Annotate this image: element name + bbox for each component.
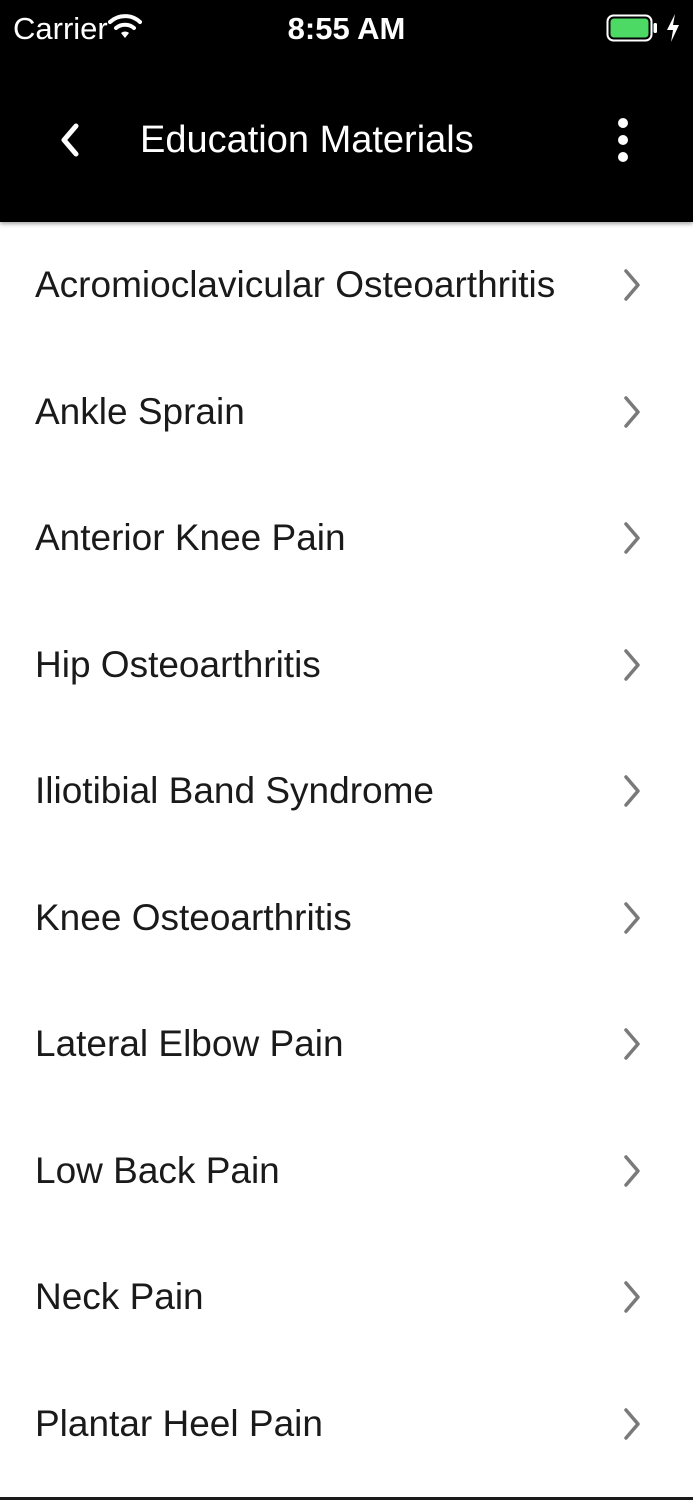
- list-item-label: Knee Osteoarthritis: [35, 896, 352, 938]
- battery-icon: [606, 14, 657, 42]
- chevron-right-icon: [624, 1155, 640, 1187]
- list-item[interactable]: Low Back Pain: [0, 1108, 693, 1235]
- chevron-right-icon: [624, 775, 640, 807]
- chevron-right-icon: [624, 269, 640, 301]
- list-item-label: Lateral Elbow Pain: [35, 1023, 344, 1065]
- more-options-button[interactable]: [598, 100, 648, 180]
- list-item[interactable]: Neck Pain: [0, 1234, 693, 1361]
- list-item-label: Acromioclavicular Osteoarthritis: [35, 264, 556, 306]
- list-item-label: Low Back Pain: [35, 1149, 280, 1191]
- charging-bolt-icon: [667, 14, 679, 42]
- list-item[interactable]: Plantar Heel Pain: [0, 1361, 693, 1488]
- list-item[interactable]: Anterior Knee Pain: [0, 475, 693, 602]
- list-item-label: Ankle Sprain: [35, 390, 245, 432]
- navigation-bar: Education Materials: [0, 60, 693, 222]
- list-item-label: Iliotibial Band Syndrome: [35, 770, 434, 812]
- chevron-right-icon: [624, 1281, 640, 1313]
- chevron-right-icon: [624, 396, 640, 428]
- back-button[interactable]: [40, 100, 100, 180]
- chevron-right-icon: [624, 649, 640, 681]
- top-bar: Carrier 8:55 AM Education Materials: [0, 0, 693, 222]
- status-time: 8:55 AM: [287, 11, 406, 46]
- list-item[interactable]: Iliotibial Band Syndrome: [0, 728, 693, 855]
- more-vertical-icon: [618, 118, 628, 162]
- list-item[interactable]: Knee Osteoarthritis: [0, 855, 693, 982]
- list-item-label: Plantar Heel Pain: [35, 1402, 323, 1444]
- status-bar: Carrier 8:55 AM: [0, 0, 693, 60]
- list-item[interactable]: Hip Osteoarthritis: [0, 602, 693, 729]
- list-item-label: Anterior Knee Pain: [35, 517, 346, 559]
- list-item[interactable]: Acromioclavicular Osteoarthritis: [0, 222, 693, 349]
- list-item[interactable]: Lateral Elbow Pain: [0, 981, 693, 1108]
- chevron-right-icon: [624, 1408, 640, 1440]
- chevron-right-icon: [624, 1028, 640, 1060]
- chevron-right-icon: [624, 902, 640, 934]
- chevron-left-icon: [61, 123, 79, 157]
- page-title: Education Materials: [140, 119, 474, 161]
- chevron-right-icon: [624, 522, 640, 554]
- list-item-label: Hip Osteoarthritis: [35, 643, 321, 685]
- education-materials-list: Acromioclavicular Osteoarthritis Ankle Sp…: [0, 222, 693, 1500]
- list-item-label: Neck Pain: [35, 1276, 204, 1318]
- list-item[interactable]: Ankle Sprain: [0, 349, 693, 476]
